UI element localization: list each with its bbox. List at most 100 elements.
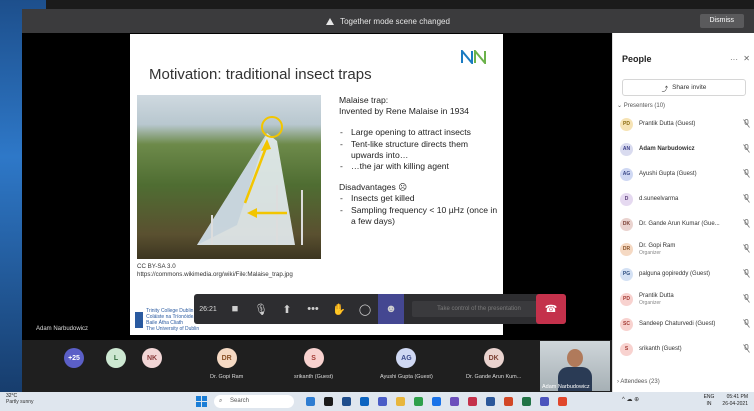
slide-gap [339,172,499,182]
avatar: S [620,342,633,356]
app-icon-app2[interactable] [468,397,477,406]
leave-call-button[interactable]: ☎ [536,294,566,324]
participant-row[interactable]: PD Prantik Dutta Organizer [620,288,754,310]
avatar: AG [620,167,633,181]
camera-button[interactable]: ■ [222,294,248,324]
video-name: Adam Narbudowicz [542,384,590,390]
participant-name: srikanth (Guest) [639,345,682,352]
participant-row[interactable]: PD Prantik Dutta (Guest) [620,113,754,135]
mic-button[interactable]: 🎙 [248,294,274,324]
chat-button[interactable]: ◯ [352,294,378,324]
participant-info: d.suneelvarma [639,196,678,203]
avatar: S [303,348,324,368]
participant-name: Ayushi Gupta (Guest) [380,374,433,380]
avatar: DK [620,217,633,231]
app-icon-teams[interactable] [378,397,387,406]
app-icon-browser[interactable] [432,397,441,406]
participant-tile[interactable]: DR Dr. Gopi Ram [210,348,243,380]
raise-hand-icon: ✋ [332,303,346,316]
participant-row[interactable]: Ssrikanth (Guest) [620,338,754,360]
participant-info: Prantik Dutta Organizer [639,293,674,306]
participant-row[interactable]: AN Adam Narbudowicz [620,138,754,160]
mic-off-icon [743,344,750,353]
weather-widget[interactable]: 32°C Partly sunny [6,393,34,405]
avatar: L [106,348,126,368]
participant-tile[interactable]: AG Ayushi Gupta (Guest) [380,348,433,380]
participant-name: Prantik Dutta (Guest) [639,120,696,127]
meeting-timer: 26:21 [199,305,217,313]
tray-icons[interactable]: ^ ☁ ⊕ [622,396,639,403]
lang-code: ENG [703,394,715,400]
camera-icon: ■ [231,303,239,315]
participant-row[interactable]: SC Sandeep Chaturvedi (Guest) [620,313,754,335]
participant-tile[interactable]: DK Dr. Gande Arun Kum... [466,348,521,380]
app-icon-excel[interactable] [522,397,531,406]
participant-info: Dr. Gande Arun Kumar (Gue... [639,221,720,228]
participant-row[interactable]: AG Ayushi Gupta (Guest) [620,163,754,185]
app-icon-app1[interactable] [450,397,459,406]
crest-icon [135,312,144,328]
participant-info: Adam Narbudowicz [639,146,695,153]
attendees-header[interactable]: › Attendees (23) [617,379,660,385]
participant-row[interactable]: DK Dr. Gande Arun Kumar (Gue... [620,213,754,235]
people-button[interactable]: ☻ [378,294,404,324]
app-icon-store[interactable] [342,397,351,406]
participant-info: Prantik Dutta (Guest) [639,121,695,128]
mic-off-icon [743,169,750,178]
take-control-button[interactable]: Take control of the presentation [412,301,546,317]
mic-off-icon [743,244,750,253]
avatar: PD [620,292,633,306]
more-icon: ••• [307,303,319,315]
app-icon-mail[interactable] [360,397,369,406]
more-button[interactable]: ••• [300,294,326,324]
participant-role: Organizer [639,249,661,256]
participant-tile[interactable]: Ssrikanth (Guest) [294,348,333,380]
meeting-toolbar: 26:21 ■ 🎙 ⬆ ••• ✋ ◯ ☻ Take control of th… [194,294,566,324]
participant-row[interactable]: PG palguna gopireddy (Guest) [620,263,754,285]
app-icon-powerpoint[interactable] [504,397,513,406]
participant-tile[interactable]: NK [142,348,162,368]
app-icon-edge[interactable] [306,397,315,406]
share-invite-button[interactable]: ⤴ Share invite [622,79,746,96]
presenters-header[interactable]: ⌄ Presenters (10) [617,102,665,109]
participant-tile[interactable]: L [106,348,126,368]
app-icon-app3[interactable] [558,397,567,406]
participant-role: Organizer [639,299,661,306]
app-icon-explorer[interactable] [396,397,405,406]
participant-name: d.suneelvarma [639,195,679,202]
mic-off-icon [743,269,750,278]
slide-line: Disadvantages ☹ [339,182,408,193]
start-icon[interactable] [196,396,207,407]
app-icon-taskview[interactable] [324,397,333,406]
avatar: NK [142,348,162,368]
video-tile[interactable]: Adam Narbudowicz [540,341,610,391]
dismiss-button[interactable]: Dismiss [699,14,744,28]
app-icon-word[interactable] [486,397,495,406]
app-icon-chrome[interactable] [414,397,423,406]
slide-bullet: …the jar with killing agent [339,161,499,172]
avatar: DR [620,242,633,256]
mic-off-icon [743,119,750,128]
tray-clock[interactable]: ENG IN 05:41 PM 26-04-2021 [704,394,748,408]
participant-info: Sandeep Chaturvedi (Guest) [639,321,715,328]
more-options-icon[interactable]: ··· [730,55,738,64]
raise-hand-button[interactable]: ✋ [326,294,352,324]
app-icon-teams-2[interactable] [540,397,549,406]
search-icon: ⌕ [219,398,223,404]
slide-text-block: Malaise trap: Invented by Rene Malaise in… [339,95,499,227]
chevron-down-icon: ⌄ [617,103,624,109]
avatar: AN [620,142,633,156]
shared-slide: Motivation: traditional insect traps CC … [130,34,503,335]
mic-off-icon [743,294,750,303]
taskbar-search[interactable]: ⌕ Search [214,395,294,408]
close-icon[interactable]: ✕ [743,54,750,63]
participant-name: Ayushi Gupta (Guest) [639,170,697,177]
share-button[interactable]: ⬆ [274,294,300,324]
participant-row[interactable]: DR Dr. Gopi Ram Organizer [620,238,754,260]
video-head [567,349,583,367]
participant-tile[interactable]: +25 [64,348,84,368]
slide-bullet: Tent-like structure directs them upwards… [339,139,499,161]
avatar: D [620,192,633,206]
avatar: DR [216,348,237,368]
participant-row[interactable]: Dd.suneelvarma [620,188,754,210]
